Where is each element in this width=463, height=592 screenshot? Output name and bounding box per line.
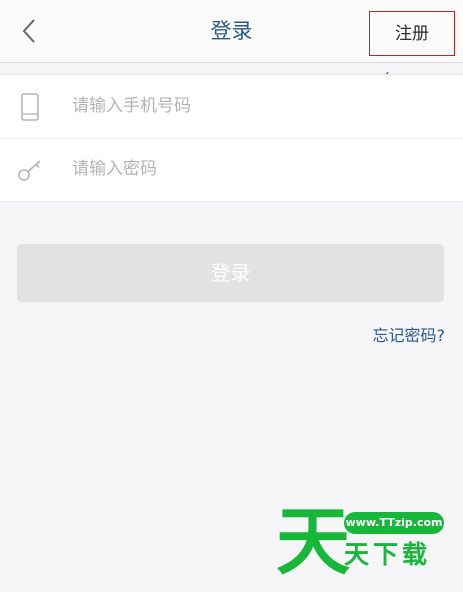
- password-field-row: [0, 138, 463, 201]
- login-button[interactable]: 登录: [17, 244, 444, 302]
- phone-icon: [21, 93, 39, 121]
- watermark-url: www.TTzip.com: [344, 512, 444, 534]
- watermark-text: 天下载: [344, 540, 432, 569]
- login-form: [0, 74, 463, 202]
- forgot-password-link[interactable]: 忘记密码?: [373, 322, 446, 346]
- watermark-logo: 天 www.TTzip.com 天下载: [270, 500, 460, 588]
- phone-field-row: [0, 75, 463, 138]
- phone-input[interactable]: [72, 89, 442, 123]
- key-icon: [18, 160, 41, 181]
- password-input[interactable]: [72, 152, 442, 186]
- register-button[interactable]: 注册: [369, 11, 455, 56]
- top-navigation-bar: 登录 注册: [0, 0, 463, 63]
- watermark-big-character: 天: [276, 499, 350, 585]
